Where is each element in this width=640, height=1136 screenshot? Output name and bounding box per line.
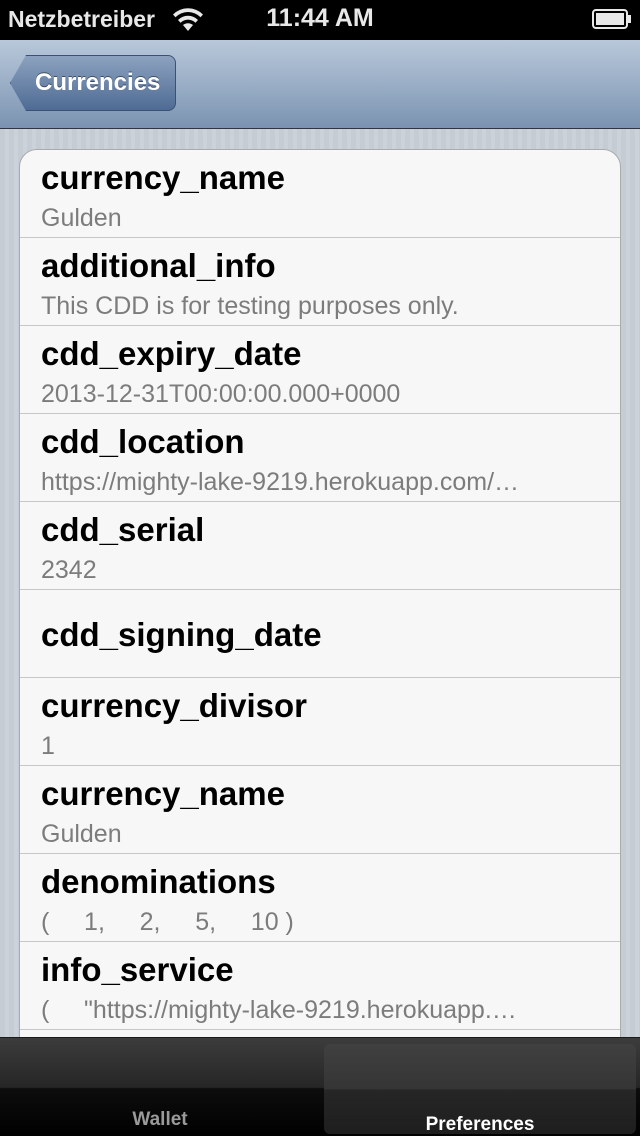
row-value: 2342 — [41, 556, 97, 584]
row-value: 2013-12-31T00:00:00.000+0000 — [41, 380, 401, 408]
tab-preferences[interactable]: Preferences — [324, 1044, 636, 1135]
details-scroll-view[interactable]: currency_name Gulden additional_info Thi… — [0, 129, 640, 1037]
row-title: currency_name — [41, 775, 285, 812]
tab-preferences-label: Preferences — [425, 1114, 535, 1135]
list-item[interactable]: currency_name Gulden — [20, 150, 620, 238]
row-title: cdd_serial — [41, 511, 205, 548]
row-value: Gulden — [41, 204, 122, 232]
row-title: info_service — [41, 951, 234, 988]
list-item[interactable]: denominations ( 1, 2, 5, 10 ) — [20, 854, 620, 942]
row-value: ( "https://mighty-lake-9219.herokuapp.… — [41, 996, 517, 1024]
status-bar: Netzbetreiber 11:44 AM — [0, 0, 640, 40]
list-item[interactable]: info_service ( "https://mighty-lake-9219… — [20, 942, 620, 1030]
list-item[interactable]: currency_divisor 1 — [20, 678, 620, 766]
list-item[interactable]: cdd_expiry_date 2013-12-31T00:00:00.000+… — [20, 326, 620, 414]
battery-icon — [592, 9, 631, 29]
list-item[interactable]: cdd_serial 2342 — [20, 502, 620, 590]
row-title: denominations — [41, 863, 276, 900]
property-list: currency_name Gulden additional_info Thi… — [19, 149, 621, 1037]
row-value: 1 — [41, 732, 55, 760]
tab-wallet[interactable]: Wallet — [0, 1038, 320, 1136]
row-title: currency_name — [41, 159, 285, 196]
back-button-label: Currencies — [35, 69, 161, 96]
list-item-partial[interactable] — [20, 1030, 620, 1037]
row-value: This CDD is for testing purposes only. — [41, 292, 459, 320]
row-value: https://mighty-lake-9219.herokuapp.com/… — [41, 468, 520, 496]
row-title: cdd_location — [41, 423, 245, 460]
row-title: cdd_expiry_date — [41, 335, 302, 372]
list-item[interactable]: currency_name Gulden — [20, 766, 620, 854]
row-value: ( 1, 2, 5, 10 ) — [41, 908, 294, 936]
row-title: currency_divisor — [41, 687, 307, 724]
back-button-currencies[interactable]: Currencies — [10, 55, 176, 111]
list-item[interactable]: cdd_location https://mighty-lake-9219.he… — [20, 414, 620, 502]
row-title: additional_info — [41, 247, 276, 284]
tab-bar: Wallet Preferences — [0, 1037, 640, 1136]
navigation-bar: Currencies — [0, 40, 640, 129]
row-title: cdd_signing_date — [41, 616, 322, 653]
tab-wallet-label: Wallet — [132, 1109, 188, 1130]
clock: 11:44 AM — [266, 4, 374, 32]
list-item[interactable]: cdd_signing_date — [20, 590, 620, 678]
list-item[interactable]: additional_info This CDD is for testing … — [20, 238, 620, 326]
row-value: Gulden — [41, 820, 122, 848]
